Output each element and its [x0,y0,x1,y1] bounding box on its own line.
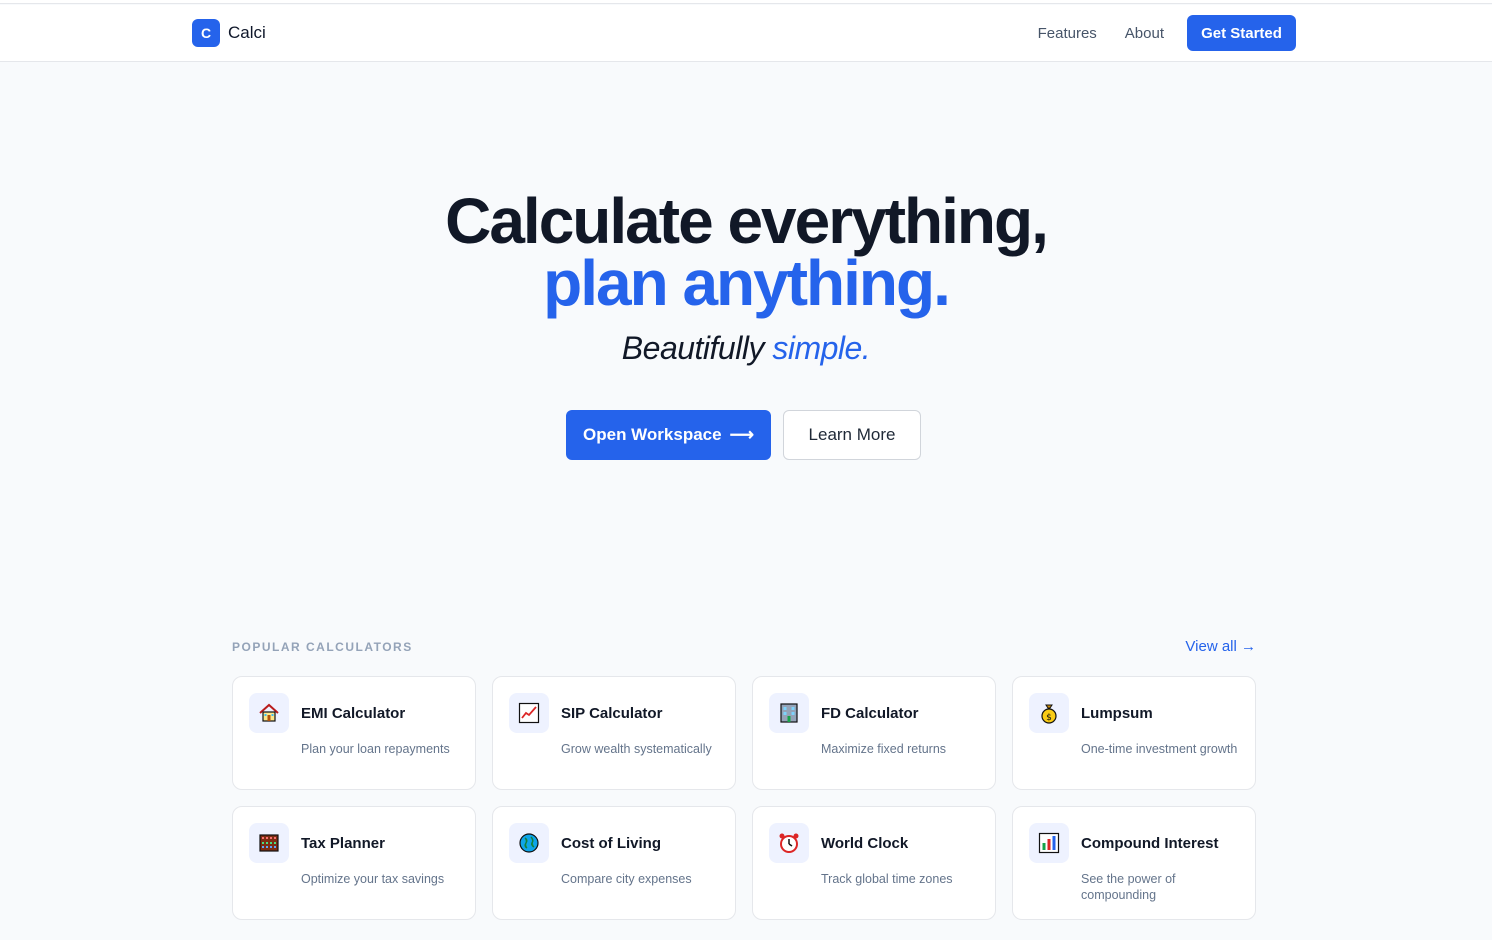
open-workspace-label: Open Workspace [583,425,722,444]
hero-subtitle-accent: simple. [772,330,871,366]
house-icon [249,693,289,733]
calculator-card-tax-planner[interactable]: Tax Planner Optimize your tax savings [232,806,476,920]
chart-up-icon [509,693,549,733]
card-title: Lumpsum [1081,705,1153,722]
open-workspace-button[interactable]: Open Workspace ⟶ [566,410,771,460]
hero-subtitle-plain: Beautifully [621,330,765,366]
card-description: Optimize your tax savings [301,872,445,886]
card-title: Tax Planner [301,835,385,852]
browser-top-strip [0,0,1492,4]
hero-title-line2: plan anything. [543,247,951,319]
card-description: Plan your loan repayments [301,742,450,756]
learn-more-button[interactable]: Learn More [783,410,921,460]
money-bag-icon: $ [1029,693,1069,733]
calculator-card-emi[interactable]: EMI Calculator Plan your loan repayments [232,676,476,790]
card-description: See the power of compounding [1081,872,1176,902]
calculator-card-sip[interactable]: SIP Calculator Grow wealth systematicall… [492,676,736,790]
card-title: FD Calculator [821,705,919,722]
abacus-icon [249,823,289,863]
card-title: Compound Interest [1081,835,1219,852]
calculator-card-compound-interest[interactable]: Compound Interest See the power of compo… [1012,806,1256,920]
get-started-button[interactable]: Get Started [1187,15,1296,51]
card-description: Compare city expenses [561,872,692,886]
section-title: POPULAR CALCULATORS [232,639,413,654]
view-all-link[interactable]: View all → [1185,638,1256,655]
card-description: Track global time zones [821,872,953,886]
card-title: SIP Calculator [561,705,663,722]
calculator-card-fd[interactable]: FD Calculator Maximize fixed returns [752,676,996,790]
card-title: World Clock [821,835,909,852]
card-description: Maximize fixed returns [821,742,947,756]
hero-subtitle: Beautifully simple. [0,330,1492,367]
brand-name: Calci [228,23,266,42]
bank-building-icon [769,693,809,733]
hero-title-line1: Calculate everything, [445,185,1049,257]
calculator-grid: EMI Calculator Plan your loan repayments… [232,676,1256,920]
calculator-card-world-clock[interactable]: World Clock Track global time zones [752,806,996,920]
svg-text:$: $ [1046,713,1052,723]
arrow-right-icon: ⟶ [729,425,754,444]
brand[interactable]: C Calci [192,19,266,47]
calculator-card-lumpsum[interactable]: $ Lumpsum One-time investment growth [1012,676,1256,790]
popular-calculators-header: POPULAR CALCULATORS View all → [232,638,1256,655]
card-title: Cost of Living [561,835,661,852]
card-description: Grow wealth systematically [561,742,712,756]
nav-link-features[interactable]: Features [1038,25,1097,42]
card-description: One-time investment growth [1081,742,1238,756]
globe-icon [509,823,549,863]
logo-icon: C [192,19,220,47]
nav-menu: Features About Get Started [1038,15,1296,51]
calculator-card-cost-of-living[interactable]: Cost of Living Compare city expenses [492,806,736,920]
hero-cta-group: Open Workspace ⟶ Learn More [566,410,921,460]
bar-chart-icon [1029,823,1069,863]
card-title: EMI Calculator [301,705,406,722]
top-navbar: C Calci Features About Get Started [0,5,1492,62]
nav-link-about[interactable]: About [1125,25,1164,42]
hero-section: Calculate everything, plan anything. Bea… [0,185,1492,367]
alarm-clock-icon [769,823,809,863]
